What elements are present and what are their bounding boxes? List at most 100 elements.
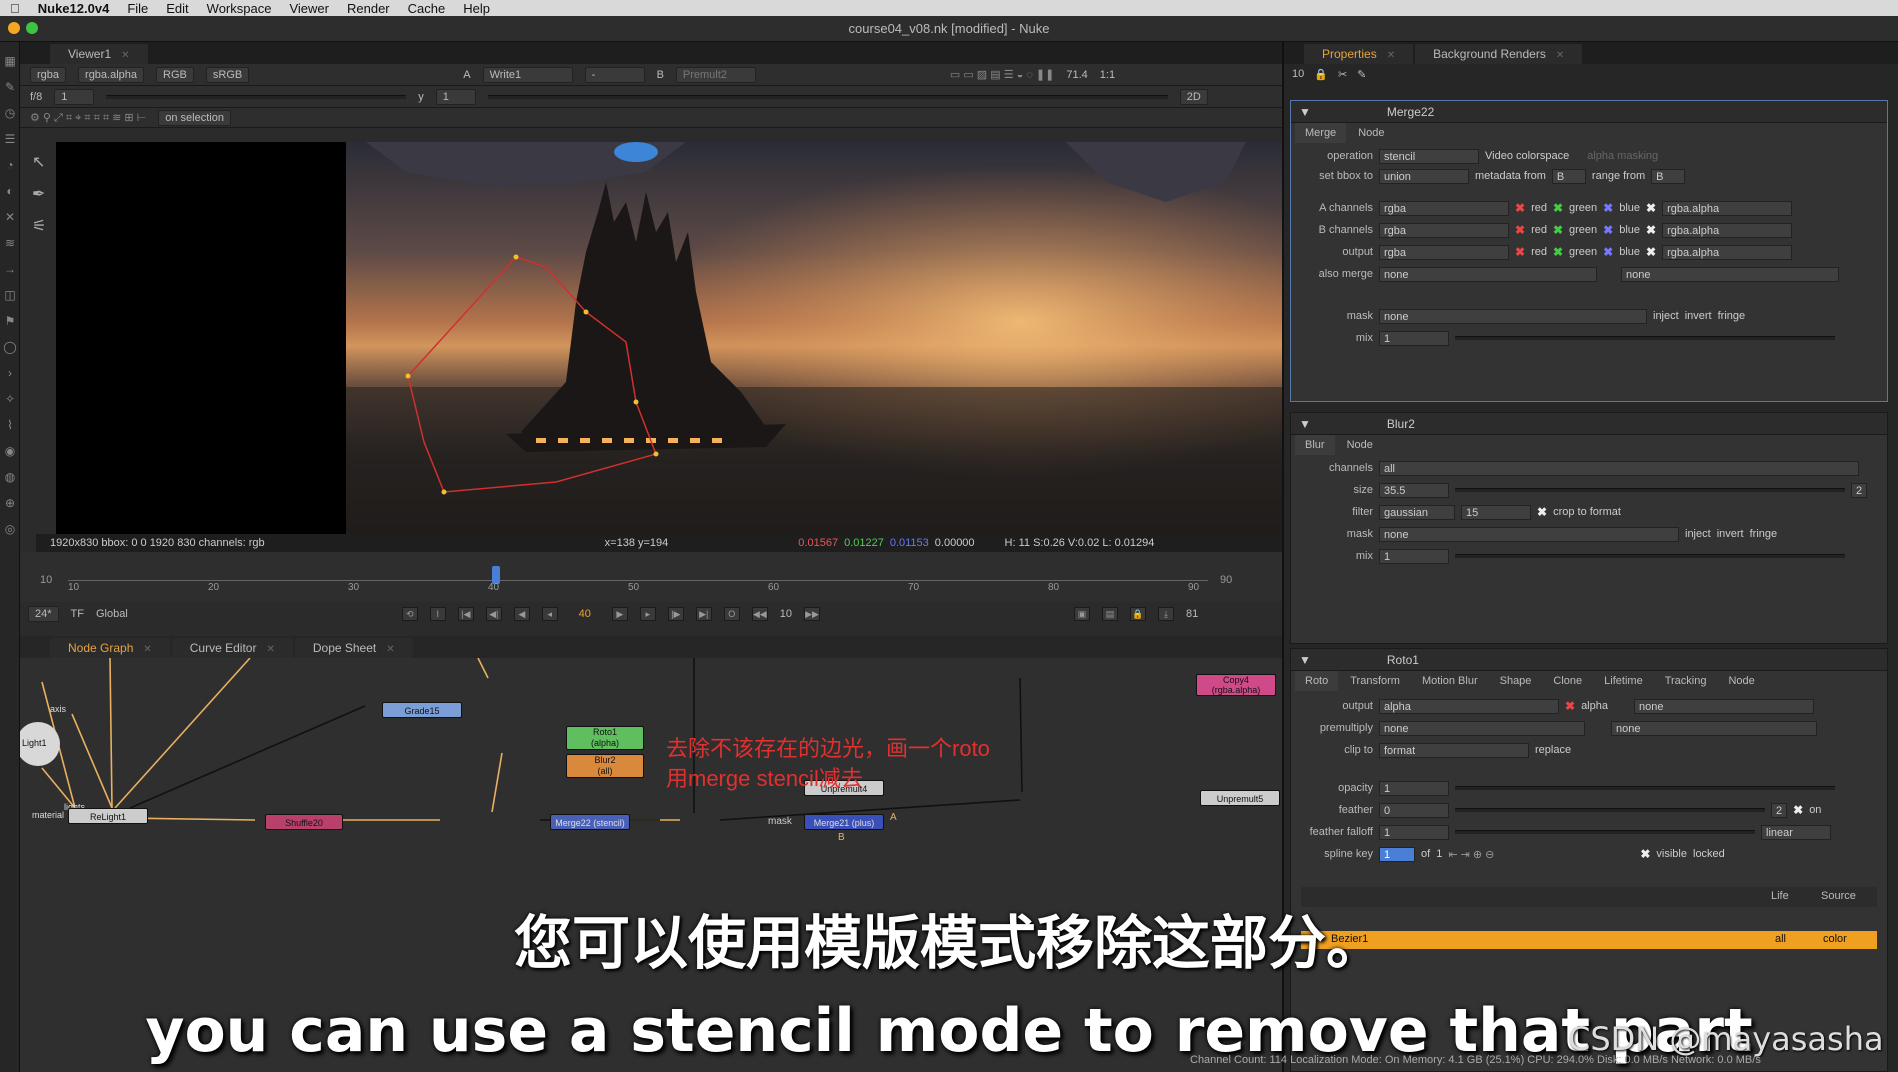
in-point-icon[interactable]: I — [429, 607, 446, 621]
input-a-dropdown[interactable]: Write1 — [482, 66, 573, 83]
apple-icon[interactable]:  — [10, 1, 20, 16]
select-tool-icon[interactable]: ↖ — [32, 152, 56, 172]
bezier-tool-icon[interactable]: ✒ — [32, 184, 56, 204]
tab-curve-editor[interactable]: Curve Editor ✕ — [171, 638, 293, 658]
output-dropdown[interactable]: rgba — [1379, 244, 1509, 260]
export-icon[interactable]: ⤓ — [1158, 607, 1175, 621]
filter-dropdown[interactable]: gaussian — [1379, 504, 1455, 520]
tab-viewer1[interactable]: Viewer1 ✕ — [50, 44, 148, 64]
loop-icon[interactable]: ⟲ — [401, 607, 418, 621]
node-name-field[interactable]: Blur2 — [1387, 417, 1415, 431]
alpha-checkbox[interactable]: ✖ — [1646, 223, 1656, 237]
skip-back-icon[interactable]: ◀◀ — [751, 607, 768, 621]
feather-field[interactable]: 0 — [1379, 802, 1449, 818]
invert-checkbox[interactable]: invert — [1717, 528, 1744, 540]
tool-icon[interactable]: ◍ — [3, 470, 17, 484]
menu-file[interactable]: File — [127, 1, 148, 16]
mix-slider[interactable] — [1455, 554, 1845, 558]
invert-checkbox[interactable]: invert — [1685, 310, 1712, 322]
alpha-channel-dropdown[interactable]: rgba.alpha — [1662, 222, 1793, 238]
view-mode-dropdown[interactable]: 2D — [1179, 88, 1208, 105]
cache-icon[interactable]: ▤ — [1102, 607, 1119, 621]
node-name-field[interactable]: Merge22 — [1387, 105, 1434, 119]
b-channels-dropdown[interactable]: rgba — [1379, 222, 1509, 238]
gain-field[interactable]: 1 — [54, 88, 95, 105]
relight-node[interactable]: ReLight1 — [68, 808, 148, 824]
feather-on-checkbox[interactable]: ✖ — [1793, 803, 1803, 817]
roi-dropdown[interactable]: on selection — [158, 109, 231, 126]
falloff-type-dropdown[interactable]: linear — [1761, 824, 1831, 840]
menu-viewer[interactable]: Viewer — [289, 1, 329, 16]
collapse-icon[interactable]: ▼ — [1299, 105, 1311, 119]
blur-node[interactable]: Blur2 (all) — [566, 754, 644, 778]
tool-icon[interactable]: ▦ — [3, 54, 17, 68]
tool-icon[interactable]: ◉ — [3, 444, 17, 458]
locked-checkbox[interactable]: locked — [1693, 848, 1725, 860]
visible-checkbox[interactable]: ✖ — [1640, 847, 1650, 861]
lock-panels-icon[interactable]: 🔒 — [1314, 68, 1328, 86]
shuffle-node[interactable]: Shuffle20 — [265, 814, 343, 830]
tab-node-graph[interactable]: Node Graph ✕ — [50, 638, 170, 658]
max-panels-field[interactable]: 10 — [1292, 68, 1304, 86]
feather-slider[interactable] — [1455, 808, 1765, 812]
mix-slider[interactable] — [1455, 336, 1835, 340]
flipbook-icon[interactable]: ▣ — [1074, 607, 1091, 621]
replace-checkbox[interactable]: replace — [1535, 744, 1571, 756]
tab-clone[interactable]: Clone — [1543, 671, 1592, 691]
viewer-display-icons[interactable]: ▭ ▭ ▨ ▤ ☰ ◒ ◌ ❚❚ — [950, 68, 1054, 81]
opacity-field[interactable]: 1 — [1379, 780, 1449, 796]
prev-keyframe-icon[interactable]: ◀| — [485, 607, 502, 621]
pixel-ratio[interactable]: 1:1 — [1100, 69, 1115, 81]
step-forward-icon[interactable]: ▸ — [639, 607, 656, 621]
range-dropdown[interactable]: B — [1651, 168, 1686, 184]
quality-field[interactable]: 15 — [1461, 504, 1531, 520]
frame-increment[interactable]: 10 — [780, 608, 792, 620]
tab-node[interactable]: Node — [1337, 435, 1383, 455]
tool-icon[interactable]: ≋ — [3, 236, 17, 250]
menu-cache[interactable]: Cache — [408, 1, 446, 16]
tab-merge[interactable]: Merge — [1295, 123, 1347, 143]
output-dropdown[interactable]: alpha — [1379, 698, 1559, 714]
tab-roto[interactable]: Roto — [1295, 671, 1339, 691]
first-frame-icon[interactable]: |◀ — [457, 607, 474, 621]
operation-dropdown[interactable]: stencil — [1379, 148, 1479, 164]
grade-node[interactable]: Grade15 — [382, 702, 462, 718]
app-menu[interactable]: Nuke12.0v4 — [38, 1, 110, 16]
step-back-icon[interactable]: ◂ — [541, 607, 558, 621]
copy4-node[interactable]: Copy4 (rgba.alpha) — [1196, 674, 1276, 696]
fps-dropdown[interactable]: 24* — [28, 606, 59, 622]
scope-dropdown[interactable]: Global — [96, 608, 128, 620]
size-count[interactable]: 2 — [1851, 482, 1868, 498]
inject-checkbox[interactable]: inject — [1653, 310, 1679, 322]
tab-background-renders[interactable]: Background Renders ✕ — [1415, 44, 1583, 64]
also-merge-dropdown-2[interactable]: none — [1621, 266, 1839, 282]
tab-properties[interactable]: Properties ✕ — [1304, 44, 1414, 64]
green-checkbox[interactable]: ✖ — [1553, 223, 1563, 237]
a-channels-dropdown[interactable]: rgba — [1379, 200, 1509, 216]
in-frame[interactable]: 10 — [40, 574, 52, 586]
tool-icon[interactable]: ⊕ — [3, 496, 17, 510]
menu-render[interactable]: Render — [347, 1, 390, 16]
gamma-field[interactable]: 1 — [435, 88, 476, 105]
unpremult5-node[interactable]: Unpremult5 — [1200, 790, 1280, 806]
blue-checkbox[interactable]: ✖ — [1603, 245, 1613, 259]
out-point-icon[interactable]: O — [723, 607, 740, 621]
next-keyframe-icon[interactable]: |▶ — [667, 607, 684, 621]
metadata-dropdown[interactable]: B — [1551, 168, 1586, 184]
node-name-field[interactable]: Roto1 — [1387, 653, 1419, 667]
alpha-channel-dropdown[interactable]: rgba.alpha — [78, 66, 145, 83]
alpha-checkbox[interactable]: ✖ — [1565, 699, 1575, 713]
merge22-node[interactable]: Merge22 (stencil) — [550, 814, 630, 830]
premultiply-dropdown[interactable]: none — [1379, 720, 1585, 736]
falloff-field[interactable]: 1 — [1379, 824, 1449, 840]
end-frame-field[interactable]: 81 — [1186, 608, 1198, 620]
tab-tracking[interactable]: Tracking — [1655, 671, 1717, 691]
channels-dropdown[interactable]: rgba — [30, 66, 67, 83]
menu-workspace[interactable]: Workspace — [207, 1, 272, 16]
tab-node[interactable]: Node — [1718, 671, 1764, 691]
gain-slider[interactable] — [106, 94, 407, 99]
video-colorspace-checkbox[interactable]: Video colorspace — [1485, 150, 1569, 162]
lut-dropdown[interactable]: sRGB — [205, 66, 250, 83]
skip-forward-icon[interactable]: ▶▶ — [804, 607, 821, 621]
tool-icon[interactable]: ✕ — [3, 210, 17, 224]
